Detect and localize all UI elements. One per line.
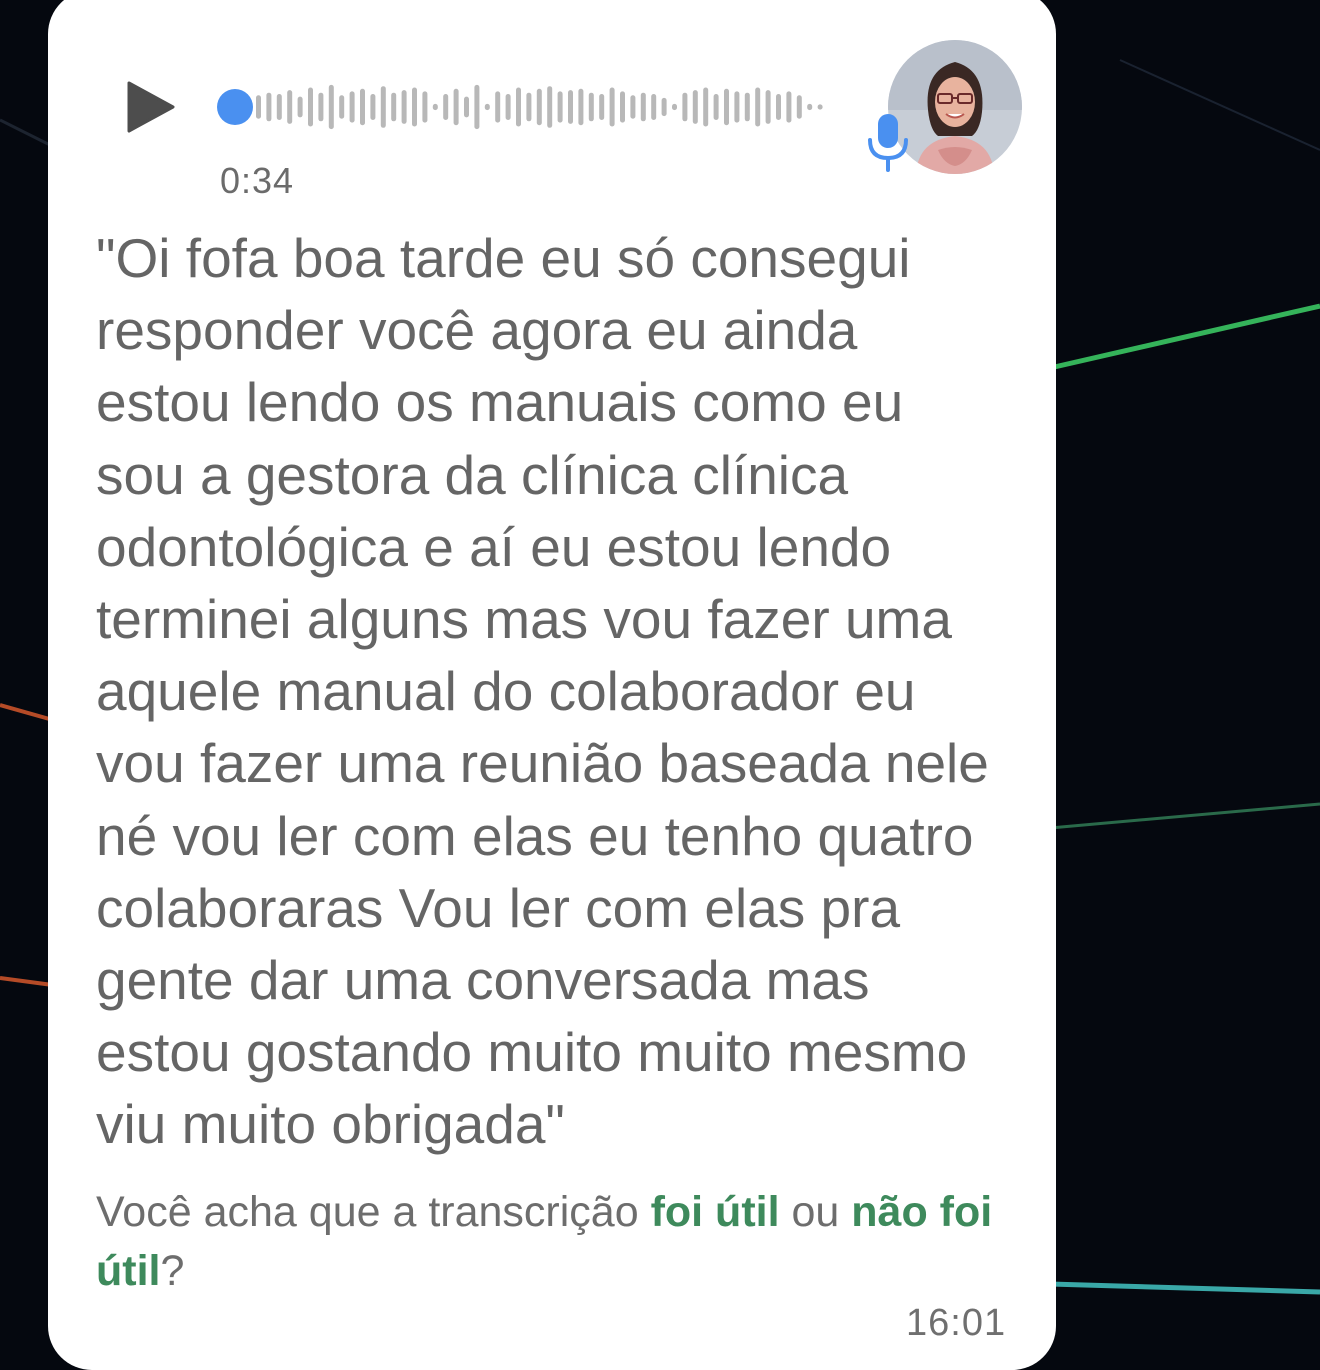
waveform-bar — [703, 87, 709, 127]
waveform-bar — [412, 87, 417, 127]
feedback-prompt: Você acha que a transcrição — [96, 1188, 651, 1236]
waveform-bar — [526, 92, 532, 122]
waveform-bar — [474, 84, 480, 130]
waveform-bar — [588, 92, 594, 122]
waveform-bar — [505, 94, 511, 120]
waveform-bar — [401, 90, 407, 124]
feedback-suffix: ? — [160, 1247, 185, 1295]
waveform-bar — [713, 94, 719, 120]
waveform-bar — [547, 86, 553, 128]
waveform-bar — [308, 87, 313, 127]
waveform-bar — [328, 84, 334, 130]
waveform-bar — [786, 91, 792, 123]
waveform-bar — [620, 91, 625, 123]
waveform-bar — [422, 91, 428, 123]
useful-link[interactable]: foi útil — [651, 1188, 780, 1236]
waveform-bar — [360, 88, 365, 126]
audio-duration: 0:34 — [220, 160, 295, 201]
waveform-bar — [464, 96, 469, 118]
microphone-icon — [868, 114, 908, 172]
waveform-bar — [484, 103, 490, 111]
waveform-bar — [443, 94, 449, 120]
waveform-bar — [495, 91, 501, 123]
waveform-bar — [557, 91, 563, 123]
waveform-bar — [672, 103, 677, 111]
waveform-bar — [661, 97, 667, 117]
waveform-bar — [817, 104, 823, 110]
waveform-bar — [807, 103, 813, 111]
waveform-bar — [640, 92, 646, 122]
play-icon[interactable] — [126, 80, 176, 134]
waveform-bar — [755, 87, 761, 127]
transcription-feedback: Você acha que a transcrição foi útil ou … — [96, 1183, 1006, 1301]
waveform-bar — [692, 90, 698, 124]
waveform-bar — [349, 91, 355, 123]
feedback-separator: ou — [779, 1188, 852, 1236]
waveform-bar — [380, 86, 386, 128]
waveform-bar — [391, 92, 397, 122]
waveform-bar — [568, 90, 573, 124]
waveform-bar — [516, 87, 521, 127]
message-timestamp: 16:01 — [906, 1302, 1007, 1344]
waveform-bar — [432, 103, 438, 111]
waveform-bar — [256, 95, 261, 119]
waveform-bar — [536, 88, 542, 126]
waveform-bar — [796, 95, 802, 119]
waveform-bar — [370, 94, 376, 120]
waveform-bar — [599, 94, 605, 120]
waveform-bar — [776, 94, 781, 120]
waveform-bar — [744, 92, 750, 122]
playback-position-knob[interactable] — [217, 89, 253, 125]
transcription-text: "Oi fofa boa tarde eu só consegui respon… — [96, 227, 989, 1156]
waveform-bar — [318, 92, 324, 122]
waveform-bar — [630, 95, 636, 119]
waveform-bar — [682, 92, 688, 122]
waveform-bar — [266, 92, 272, 122]
waveform-bar — [276, 94, 282, 120]
waveform-bar — [609, 87, 615, 127]
waveform-bar — [765, 90, 771, 124]
waveform-bar — [734, 91, 740, 123]
audio-waveform-slider[interactable] — [216, 76, 826, 138]
waveform-bar — [297, 96, 303, 118]
waveform-bar — [287, 90, 293, 124]
waveform-bar — [578, 88, 584, 126]
waveform-bar — [651, 94, 657, 120]
waveform-bar — [339, 95, 345, 119]
waveform-bar — [724, 88, 729, 126]
waveform-bar — [453, 88, 459, 126]
